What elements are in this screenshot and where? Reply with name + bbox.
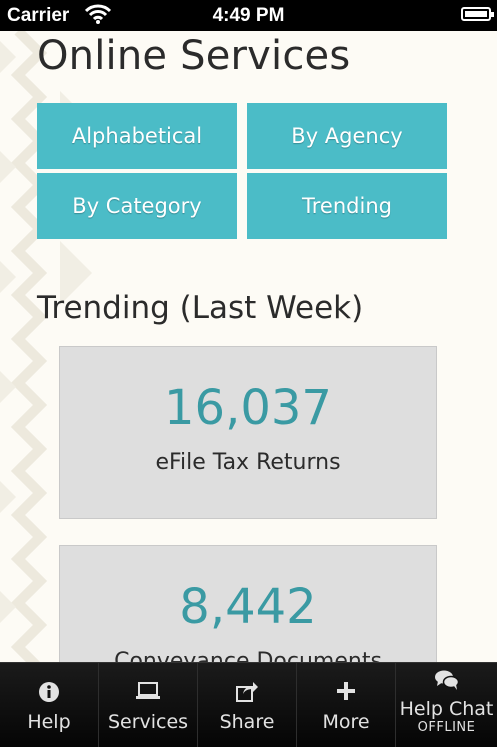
by-category-button[interactable]: By Category (37, 173, 237, 239)
tab-label: Help (27, 711, 71, 733)
tab-share[interactable]: Share (198, 663, 297, 747)
by-agency-button[interactable]: By Agency (247, 103, 447, 169)
tab-services[interactable]: Services (99, 663, 198, 747)
page-title: Online Services (37, 33, 351, 79)
main-content[interactable]: Online Services Alphabetical By Agency B… (0, 31, 497, 662)
tab-label: Help Chat (399, 698, 494, 720)
status-bar: Carrier 4:49 PM (0, 0, 497, 31)
plus-icon (297, 681, 395, 703)
trending-label: Conveyance Documents (114, 649, 382, 662)
trending-card[interactable]: 16,037 eFile Tax Returns (59, 346, 437, 519)
trending-button[interactable]: Trending (247, 173, 447, 239)
tab-more[interactable]: More (297, 663, 396, 747)
tab-label: Services (107, 711, 189, 733)
tab-help-chat[interactable]: Help Chat OFFLINE (396, 663, 497, 747)
tab-bar: Help Services Share More Help Chat OFFLI… (0, 662, 497, 747)
trending-count: 16,037 (164, 380, 332, 436)
trending-count: 8,442 (179, 579, 317, 635)
chat-bubbles-icon (396, 669, 497, 691)
share-icon (198, 681, 296, 703)
trending-label: eFile Tax Returns (155, 450, 341, 475)
chat-status-label: OFFLINE (417, 720, 476, 735)
clock: 4:49 PM (212, 5, 285, 26)
tab-label: Share (219, 711, 275, 733)
tab-help[interactable]: Help (0, 663, 99, 747)
battery-icon (461, 7, 494, 21)
trending-card[interactable]: 8,442 Conveyance Documents (59, 545, 437, 662)
info-icon (0, 681, 98, 703)
alphabetical-button[interactable]: Alphabetical (37, 103, 237, 169)
tab-label: More (322, 711, 370, 733)
section-title: Trending (Last Week) (37, 290, 364, 326)
laptop-icon (99, 681, 197, 703)
